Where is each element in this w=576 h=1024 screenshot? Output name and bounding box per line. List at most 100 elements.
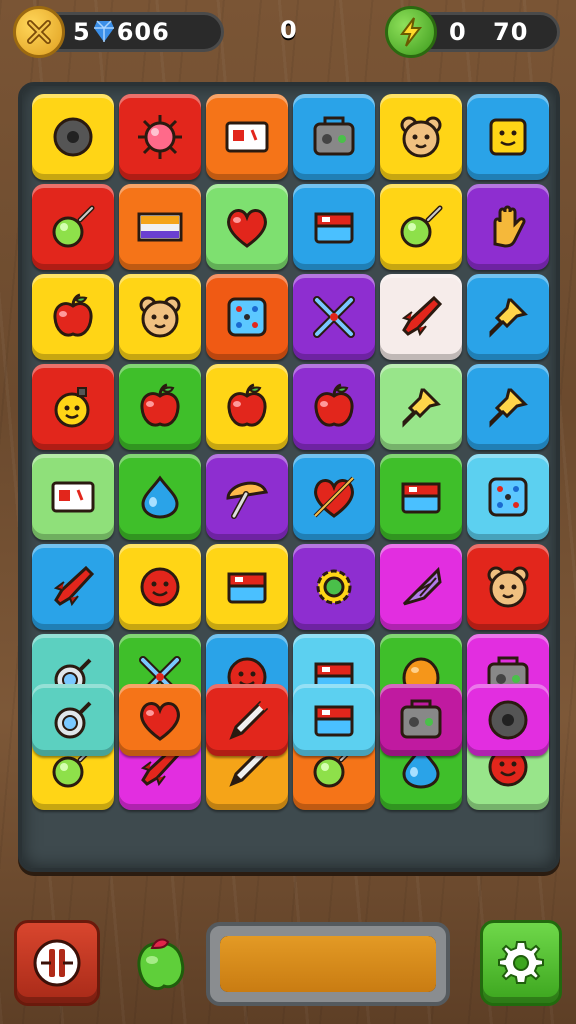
energy-value-a: 0 [449,18,467,46]
lollipop-icon [400,205,443,248]
mushroom-icon [226,481,269,519]
tile-r0-c1[interactable] [119,94,201,180]
card-icon [51,481,95,513]
stacked-tile-r6-c2[interactable] [206,684,288,756]
crossed-tools-coin-icon [13,6,65,58]
tile-r3-c4[interactable] [380,364,462,450]
spiky-ball-icon [138,115,182,159]
progress-fill [220,936,436,992]
bear-face-icon [400,116,442,158]
coin-counter[interactable]: 5 606 [13,6,224,58]
rocket-icon [53,565,95,607]
shuttlecock-icon [402,566,442,606]
tile-r1-c5[interactable] [467,184,549,270]
glove-icon [493,205,526,248]
tile-r1-c2[interactable] [206,184,288,270]
tile-r0-c3[interactable] [293,94,375,180]
tile-r3-c0[interactable] [32,364,114,450]
smiley-ball-icon [140,567,180,607]
progress-bar [206,922,450,1006]
tile-r2-c1[interactable] [119,274,201,360]
pen-icon [229,700,269,740]
tile-r5-c0[interactable] [32,544,114,630]
flag-icon [137,212,183,242]
tile-r2-c5[interactable] [467,274,549,360]
card-icon [225,121,269,153]
tile-r3-c2[interactable] [206,364,288,450]
stacked-tile-r6-c3[interactable] [293,684,375,756]
blue-gem-icon [93,20,114,42]
tile-r5-c2[interactable] [206,544,288,630]
tile-r4-c1[interactable] [119,454,201,540]
tile-r5-c1[interactable] [119,544,201,630]
apple-icon [53,293,93,337]
tile-r2-c4[interactable] [380,274,462,360]
rocket-icon [401,295,443,337]
dice-icon [488,477,528,517]
lollipop-icon [52,205,95,248]
energy-counter[interactable]: 0 70 [385,6,560,58]
box-icon [314,705,354,737]
gear-icon [498,941,544,984]
stacked-tile-r6-c4[interactable] [380,684,462,756]
gear-icon [316,569,352,605]
tile-r5-c4[interactable] [380,544,462,630]
tile-r4-c3[interactable] [293,454,375,540]
green-fruit-icon [137,938,185,991]
lightning-bolt-icon [385,6,437,58]
stacked-tile-r6-c1[interactable] [119,684,201,756]
pause-icon [33,939,81,987]
tile-r2-c3[interactable] [293,274,375,360]
tile-r0-c0[interactable] [32,94,114,180]
tile-r3-c3[interactable] [293,364,375,450]
tile-r1-c3[interactable] [293,184,375,270]
tile-r5-c3[interactable] [293,544,375,630]
coin-counter-value: 606 [116,18,170,46]
tile-r3-c5[interactable] [467,364,549,450]
tile-r1-c1[interactable] [119,184,201,270]
heart-icon [227,209,267,248]
radio-icon [400,699,442,739]
bear-face-icon [139,296,181,338]
tile-r4-c2[interactable] [206,454,288,540]
tile-r4-c5[interactable] [467,454,549,540]
game-board [18,82,560,872]
top-hud: 5 606 0 0 70 [0,0,576,64]
tile-r3-c1[interactable] [119,364,201,450]
heart-arrow-icon [313,476,355,518]
smiley-block-icon [489,118,527,156]
progress-track [220,936,436,992]
tile-r0-c5[interactable] [467,94,549,180]
stacked-tile-r6-c5[interactable] [467,684,549,756]
heart-icon [140,702,180,741]
donut-icon [53,117,93,157]
tile-r0-c2[interactable] [206,94,288,180]
energy-value-b: 70 [493,18,529,46]
donut-icon [488,700,528,740]
stacked-tile-r6-c0[interactable] [32,684,114,756]
dice-icon [227,297,267,337]
apple-icon [227,383,267,427]
pushpin-icon [489,298,528,338]
box-icon [401,482,441,514]
pushpin-icon [489,388,528,428]
tile-r4-c0[interactable] [32,454,114,540]
radio-icon [313,116,355,156]
box-icon [314,212,354,244]
pause-button[interactable] [14,920,100,1006]
tile-r1-c4[interactable] [380,184,462,270]
pushpin-icon [402,388,441,428]
apple-icon [314,383,354,427]
settings-button[interactable] [480,920,562,1006]
tile-r2-c2[interactable] [206,274,288,360]
smiley-bomb-icon [54,387,90,428]
tile-r0-c4[interactable] [380,94,462,180]
box-icon [227,572,267,604]
tile-r4-c4[interactable] [380,454,462,540]
bottom-bar [0,912,576,1024]
tile-r1-c0[interactable] [32,184,114,270]
center-score: 0 [280,16,297,44]
tile-r5-c5[interactable] [467,544,549,630]
crossed-pins-icon [313,296,355,338]
tile-r2-c0[interactable] [32,274,114,360]
